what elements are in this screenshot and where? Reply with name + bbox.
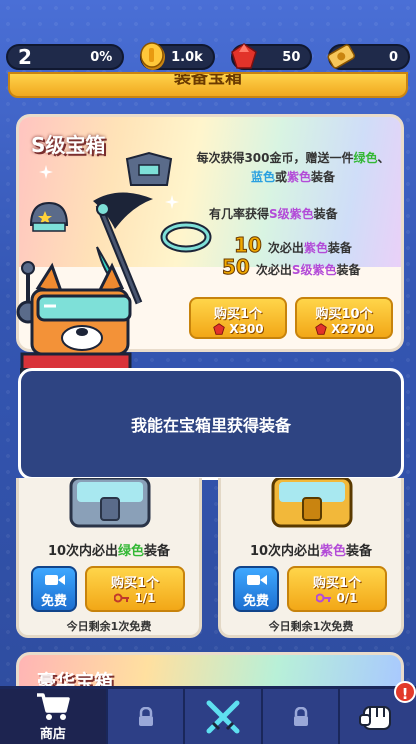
video-camera-icon [45,575,65,585]
ticket-amount: 0 [388,49,398,65]
buy-label: 购买1个 [110,576,160,591]
guarantee-text: 10次内必出 [249,544,321,559]
guarantee-text: 10次内必出 [47,544,119,559]
buy-one-label: 购买1个 [213,307,263,322]
free-remaining-text: 今日剩余1次免费 [268,620,354,633]
free-video-button[interactable]: 免费 [31,566,77,612]
green-chest-card: 10次内必出绿色装备 免费 购买1个 1/1 今日剩余1次免费 [16,478,202,638]
buy-one-cost: X300 [191,322,285,336]
buy-ten-price: X2700 [331,322,374,336]
helmet-icon [29,201,69,232]
notification-badge: ! [394,681,416,703]
level-progress-percent: 0% [90,49,113,65]
fist-icon [359,705,392,730]
buy-green-chest-button[interactable]: 购买1个 1/1 [85,566,185,612]
nav-fist[interactable]: ! [340,681,416,744]
buy-purple-chest-button[interactable]: 购买1个 0/1 [287,566,387,612]
desc-green: 绿色 [353,151,378,165]
chance-text: 有几率获得 [209,207,270,221]
guarantee-50-text: 次必出 [255,263,292,277]
video-camera-icon [247,575,267,585]
dialog-text: 我能在宝箱里获得装备 [130,416,291,435]
guarantee-10-rarity: 紫色 [303,241,328,255]
page-title: 装备宝箱 [174,72,242,88]
buy-one-price: X300 [229,322,264,336]
guarantee-50: 50 次必出S级紫色装备 [222,255,361,280]
key-cost: 1/1 [87,591,183,605]
buy-label: 购买1个 [312,576,362,591]
guarantee-rarity: 绿色 [118,544,145,559]
ticket-counter[interactable]: 0 [327,44,410,70]
nav-locked-1[interactable] [108,689,186,744]
key-cost: 0/1 [289,591,385,605]
gem-amount: 50 [282,49,301,65]
nav-shop[interactable]: 商店 [0,689,108,744]
crossed-swords-icon [206,700,240,733]
guarantee-50-tail: 装备 [336,263,361,277]
buy-ten-label: 购买10个 [315,307,373,322]
silver-chest-icon [69,478,151,528]
bottom-navigation: 商店 ! [0,681,416,744]
coin-counter[interactable]: 1.0k [140,42,215,70]
free-label: 免费 [40,594,67,609]
desc-text: 每次获得300金币，赠送一件 [196,151,354,165]
guarantee-tail: 装备 [144,544,171,559]
ruby-gem-icon [213,323,226,335]
top-status-bar: 2 0% 1.0k 50 0 [0,40,416,74]
tutorial-dialog[interactable]: 我能在宝箱里获得装备 [18,368,404,480]
free-remaining-text: 今日剩余1次免费 [66,620,152,633]
sparkle-icon [39,165,53,179]
buy-one-s-chest-button[interactable]: 购买1个 X300 [189,297,287,339]
purple-chest-card: 10次内必出紫色装备 免费 购买1个 0/1 今日剩余1次免费 [218,478,404,638]
chance-rarity: S级紫色 [269,207,314,221]
key-icon [114,593,130,603]
guarantee-rarity: 紫色 [320,544,347,559]
buy-ten-s-chest-button[interactable]: 购买10个 X2700 [295,297,393,339]
guarantee-10-number: 10 [234,233,263,258]
purple-chest-guarantee: 10次内必出紫色装备 [221,540,401,559]
desc-purple: 紫色 [287,170,312,184]
chance-tail: 装备 [313,207,338,221]
key-count: 0/1 [336,591,358,605]
ticket-icon [327,44,356,69]
lock-icon [293,706,308,726]
nav-shop-label: 商店 [39,727,66,742]
gold-chest-icon [271,478,353,528]
desc-or: 或 [274,170,287,184]
s-chest-chance-text: 有几率获得S级紫色装备 [209,205,338,222]
guarantee-50-rarity: S级紫色 [291,263,337,277]
level-progress: 2 0% [6,44,125,70]
buy-ten-cost: X2700 [297,322,391,336]
coin-amount: 1.0k [171,49,203,65]
guarantee-50-number: 50 [222,255,251,280]
lock-icon [138,706,153,726]
nav-battle[interactable] [185,689,263,744]
free-label: 免费 [242,594,269,609]
guarantee-10-tail: 装备 [327,241,352,255]
green-chest-guarantee: 10次内必出绿色装备 [19,540,199,559]
shopping-cart-icon [36,693,70,720]
page-title-banner: 装备宝箱 [8,72,408,98]
gem-counter[interactable]: 50 [230,43,313,70]
desc-sep: 、 [377,151,390,165]
guarantee-10-text: 次必出 [267,241,304,255]
key-count: 1/1 [134,591,156,605]
level-number: 2 [18,45,32,69]
s-chest-title: S级宝箱 [31,133,106,157]
ring-icon [160,221,212,253]
ruby-gem-icon [315,323,327,335]
nav-locked-2[interactable] [263,689,341,744]
sparkle-icon [165,195,179,209]
coin-icon [140,42,166,70]
free-video-button[interactable]: 免费 [233,566,279,612]
ruby-gem-icon [230,43,257,69]
s-chest-description: 每次获得300金币，赠送一件绿色、 蓝色或紫色装备 [179,149,401,187]
guarantee-10: 10 次必出紫色装备 [234,233,352,258]
key-icon [316,593,332,603]
desc-blue: 蓝色 [250,170,275,184]
desc-tail: 装备 [311,170,336,184]
guarantee-tail: 装备 [346,544,373,559]
